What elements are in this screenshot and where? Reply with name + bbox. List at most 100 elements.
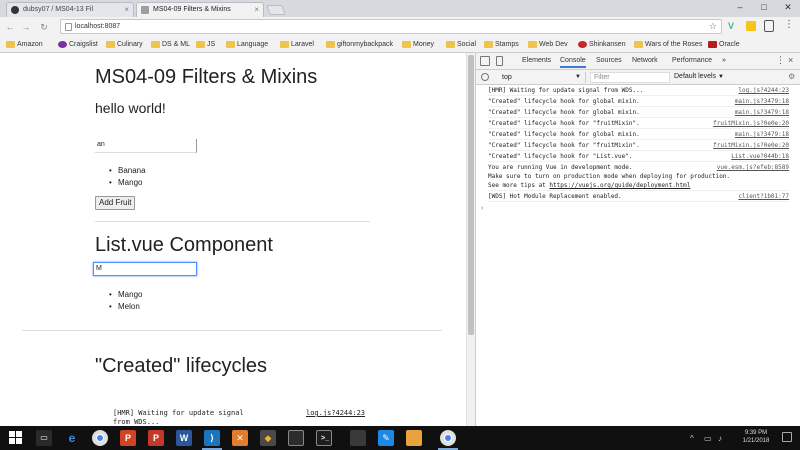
minimize-button[interactable]: –: [728, 0, 752, 16]
context-select[interactable]: top ▼: [496, 72, 586, 83]
console-source-link[interactable]: main.js?3479:18: [735, 109, 789, 116]
console-source-link[interactable]: fruitMixin.js?0e0e:20: [713, 142, 789, 149]
terminal-icon[interactable]: >_: [316, 430, 332, 446]
chrome-icon-active[interactable]: [440, 430, 456, 446]
close-icon[interactable]: ×: [124, 5, 129, 14]
bookmark-social[interactable]: Social: [446, 39, 476, 50]
windows-taskbar: ▭ e P P W ⟩ ✕ ◆ >_ ✎ ^ ▭ ♪ 9:39 PM 1/21/…: [0, 426, 800, 450]
bookmark-culinary[interactable]: Culinary: [106, 39, 143, 50]
console-source-link[interactable]: List.vue?044b:18: [731, 153, 789, 160]
bookmark-web-dev[interactable]: Web Dev: [528, 39, 568, 50]
devtools-tab-sources[interactable]: Sources: [596, 57, 622, 64]
devtools-tab-network[interactable]: Network: [632, 57, 658, 64]
windows-start-icon[interactable]: [8, 430, 24, 446]
bookmark-wars-of-the-roses[interactable]: Wars of the Roses: [634, 39, 702, 50]
console-source-link[interactable]: vue.esm.js?efeb:8589: [717, 164, 789, 171]
star-icon[interactable]: ☆: [709, 21, 717, 32]
xampp-icon[interactable]: ✕: [232, 430, 248, 446]
devtools-tab-performance[interactable]: Performance: [672, 57, 712, 64]
bookmark-laravel[interactable]: Laravel: [280, 39, 314, 50]
powerpoint-icon[interactable]: P: [120, 430, 136, 446]
page-icon: [141, 6, 149, 14]
console-filter-input[interactable]: Filter: [590, 72, 670, 83]
folder-icon: [326, 41, 335, 48]
git-icon[interactable]: ◆: [260, 430, 276, 446]
vscode-icon[interactable]: ⟩: [204, 430, 220, 446]
bookmark-giftonmybackpack[interactable]: giftonmybackpack: [326, 39, 393, 50]
component-filter-input[interactable]: M: [93, 262, 197, 276]
devtools-tab-elements[interactable]: Elements: [522, 57, 551, 64]
console-toolbar: top ▼ Filter Default levels ▼ ⚙: [476, 70, 800, 85]
task-view-icon[interactable]: ▭: [36, 430, 52, 446]
maximize-button[interactable]: □: [752, 0, 776, 16]
vue-devtools-icon[interactable]: V: [728, 21, 738, 31]
new-tab-button[interactable]: [266, 5, 286, 15]
extension-icon[interactable]: [746, 21, 756, 31]
page-info-icon: [65, 23, 72, 31]
device-toolbar-icon[interactable]: [496, 56, 503, 66]
chevron-down-icon: ▼: [575, 74, 581, 80]
divider: [95, 221, 370, 222]
console-source-link[interactable]: main.js?3479:18: [735, 98, 789, 105]
close-window-button[interactable]: ✕: [776, 0, 800, 16]
volume-icon[interactable]: ♪: [718, 434, 722, 443]
inspect-icon[interactable]: [480, 56, 490, 66]
clock-date: 1/21/2018: [742, 438, 770, 444]
console-source-link[interactable]: log.js?4244:23: [738, 87, 789, 94]
browser-tab-github[interactable]: dubsy07 / MS04-13 Fil ×: [6, 2, 134, 17]
log-level-select[interactable]: Default levels ▼: [674, 73, 724, 80]
forward-icon[interactable]: →: [20, 21, 32, 33]
fruit-filter-input[interactable]: an: [95, 139, 197, 153]
bookmark-craigslist[interactable]: Craigslist: [58, 39, 98, 50]
app-icon-2[interactable]: [350, 430, 366, 446]
folder-icon: [446, 41, 455, 48]
devtools-menu-icon[interactable]: ⋮: [776, 55, 785, 66]
devtools-tab-console[interactable]: Console: [560, 57, 586, 68]
browser-tab-active[interactable]: MS04-09 Filters & Mixins ×: [136, 2, 264, 17]
page-scrollbar[interactable]: [466, 53, 475, 426]
devtools-close-icon[interactable]: ×: [788, 55, 793, 65]
reload-icon[interactable]: ↻: [38, 21, 50, 33]
settings-icon[interactable]: ⚙: [788, 72, 795, 81]
vue-deployment-link[interactable]: https://vuejs.org/guide/deployment.html: [549, 182, 690, 189]
clock[interactable]: 9:39 PM 1/21/2018: [736, 429, 776, 445]
bookmark-money[interactable]: Money: [402, 39, 434, 50]
chrome-icon[interactable]: [92, 430, 108, 446]
network-icon[interactable]: ▭: [704, 434, 712, 443]
app-icon-3[interactable]: ✎: [378, 430, 394, 446]
bookmark-shinkansen[interactable]: Shinkansen: [578, 39, 626, 50]
console-source-link[interactable]: main.js?3479:18: [735, 131, 789, 138]
edge-icon[interactable]: e: [64, 430, 80, 446]
back-icon[interactable]: ←: [4, 21, 16, 33]
app-icon-4[interactable]: [406, 430, 422, 446]
console-line: "Created" lifecycle hook for global mixi…: [488, 131, 789, 140]
app-icon[interactable]: P: [148, 430, 164, 446]
notifications-icon[interactable]: [782, 432, 792, 442]
console-line: "Created" lifecycle hook for global mixi…: [488, 98, 789, 107]
clear-console-icon[interactable]: [481, 73, 489, 81]
tray-chevron-icon[interactable]: ^: [690, 434, 694, 443]
bookmark-oracle[interactable]: Oracle: [708, 39, 740, 50]
craigslist-icon: [58, 41, 67, 48]
console-source-link[interactable]: fruitMixin.js?0e0e:20: [713, 120, 789, 127]
console-prompt-icon[interactable]: ›: [481, 205, 483, 212]
extension-icon-2[interactable]: [764, 20, 774, 32]
folder-app-icon[interactable]: [288, 430, 304, 446]
console-line: "Created" lifecycle hook for global mixi…: [488, 109, 789, 118]
close-icon[interactable]: ×: [254, 5, 259, 14]
bookmark-js[interactable]: JS: [196, 39, 215, 50]
console-source-link[interactable]: client?1b01:77: [738, 193, 789, 200]
add-fruit-button[interactable]: Add Fruit: [95, 196, 136, 210]
scrollbar-thumb[interactable]: [468, 55, 474, 335]
bookmark-amazon[interactable]: Amazon: [6, 39, 43, 50]
log-source-link[interactable]: log.js?4244:23: [306, 409, 365, 418]
more-tabs-icon[interactable]: »: [722, 57, 726, 64]
url-field[interactable]: localhost:8087 ☆: [60, 19, 722, 34]
folder-icon: [6, 41, 15, 48]
bookmark-ds-ml[interactable]: DS & ML: [151, 39, 190, 50]
console-line: "Created" lifecycle hook for "List.vue".…: [488, 153, 789, 162]
word-icon[interactable]: W: [176, 430, 192, 446]
bookmark-stamps[interactable]: Stamps: [484, 39, 519, 50]
menu-icon[interactable]: ⋮: [784, 19, 794, 30]
bookmark-language[interactable]: Language: [226, 39, 268, 50]
